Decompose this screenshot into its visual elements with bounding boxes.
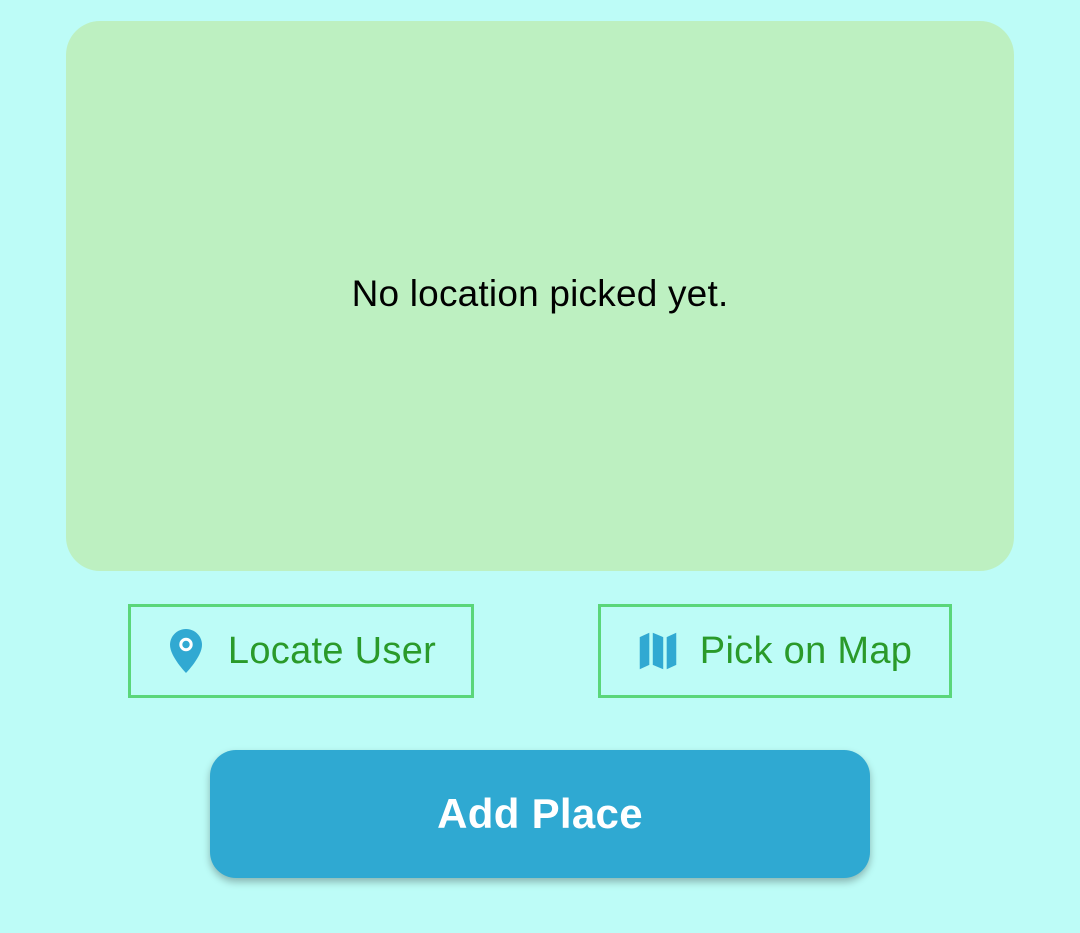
screen: No location picked yet. Locate User Pick… — [0, 0, 1080, 933]
location-preview: No location picked yet. — [66, 21, 1014, 571]
locate-user-label: Locate User — [227, 629, 437, 672]
map-icon — [638, 628, 678, 674]
location-pin-icon — [166, 628, 206, 674]
pick-on-map-label: Pick on Map — [699, 629, 913, 672]
pick-on-map-button[interactable]: Pick on Map — [598, 604, 952, 698]
add-place-label: Add Place — [437, 790, 643, 837]
locate-user-button[interactable]: Locate User — [128, 604, 474, 698]
location-preview-message: No location picked yet. — [351, 273, 729, 314]
add-place-button[interactable]: Add Place — [210, 750, 870, 878]
